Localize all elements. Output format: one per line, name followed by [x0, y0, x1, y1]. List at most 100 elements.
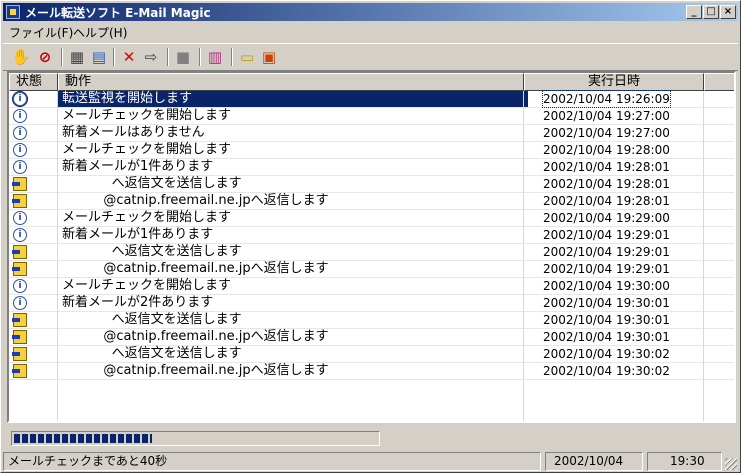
info-icon: i — [13, 211, 27, 225]
log-row[interactable]: i 転送監視を開始します 2002/10/04 19:26:09 — [9, 90, 734, 108]
grid-icon[interactable]: ▦ — [67, 47, 87, 67]
log-time: 2002/10/04 19:28:01 — [543, 194, 670, 208]
send-mail-icon — [12, 177, 27, 191]
square-icon[interactable]: ■ — [173, 47, 193, 67]
status-bar: メールチェックまであと40秒 2002/10/04 19:30 — [3, 452, 738, 471]
column-divider — [57, 91, 58, 421]
log-row[interactable]: i 新着メールはありません 2002/10/04 19:27:00 — [9, 125, 734, 142]
log-row[interactable]: @catnip.freemail.ne.jpへ返信します 2002/10/04 1… — [9, 193, 734, 210]
log-action: メールチェックを開始します — [62, 142, 232, 157]
log-row[interactable]: i メールチェックを開始します 2002/10/04 19:29:00 — [9, 210, 734, 227]
status-message: メールチェックまであと40秒 — [3, 452, 541, 471]
info-icon: i — [13, 279, 27, 293]
log-time: 2002/10/04 19:27:00 — [543, 126, 670, 140]
log-action: へ返信文を送信します — [62, 312, 242, 327]
log-action: @catnip.freemail.ne.jpへ返信します — [62, 363, 329, 378]
toolbar-separator — [231, 48, 233, 66]
info-icon: i — [13, 296, 27, 310]
resize-grip[interactable] — [725, 458, 737, 470]
log-time: 2002/10/04 19:26:09 — [542, 90, 671, 108]
app-icon[interactable] — [6, 5, 20, 19]
close-button[interactable]: × — [720, 5, 736, 19]
send-mail-icon — [12, 245, 27, 259]
log-time: 2002/10/04 19:28:00 — [543, 143, 670, 157]
log-action: 新着メールはありません — [62, 125, 205, 140]
log-row[interactable]: i メールチェックを開始します 2002/10/04 19:28:00 — [9, 142, 734, 159]
minimize-button[interactable]: _ — [686, 5, 702, 19]
folder-icon[interactable]: ▭ — [237, 47, 257, 67]
log-time: 2002/10/04 19:29:01 — [543, 262, 670, 276]
send-mail-icon — [12, 313, 27, 327]
log-action: 新着メールが1件あります — [62, 159, 214, 174]
status-clock: 19:30 — [647, 452, 722, 471]
progress-fill — [14, 434, 152, 443]
log-action: @catnip.freemail.ne.jpへ返信します — [62, 261, 329, 276]
log-row[interactable]: @catnip.freemail.ne.jpへ返信します 2002/10/04 1… — [9, 261, 734, 278]
log-action: 転送監視を開始します — [58, 91, 528, 107]
stop-hand-icon[interactable]: ✋ — [11, 47, 31, 67]
column-header-status[interactable]: 状態 — [9, 73, 58, 91]
log-row[interactable]: i 新着メールが1件あります 2002/10/04 19:29:01 — [9, 227, 734, 244]
log-time: 2002/10/04 19:30:01 — [543, 296, 670, 310]
main-window: メール転送ソフト E-Mail Magic _ □ × ファイル(F) ヘルプ(… — [0, 0, 741, 473]
column-header-time[interactable]: 実行日時 — [524, 73, 704, 91]
maximize-button[interactable]: □ — [703, 5, 719, 19]
title-bar[interactable]: メール転送ソフト E-Mail Magic _ □ × — [3, 3, 738, 21]
menu-help[interactable]: ヘルプ(H) — [73, 24, 127, 41]
cancel-icon[interactable]: ⊘ — [35, 47, 55, 67]
menu-file[interactable]: ファイル(F) — [9, 24, 73, 41]
info-icon: i — [13, 160, 27, 174]
info-icon: i — [12, 91, 28, 107]
send-mail-icon — [12, 262, 27, 276]
log-listview[interactable]: 状態 動作 実行日時 i 転送監視を開始します 2002/10/04 19:26:0… — [7, 71, 736, 423]
log-row[interactable]: @catnip.freemail.ne.jpへ返信します 2002/10/04 1… — [9, 329, 734, 346]
log-time: 2002/10/04 19:28:01 — [543, 177, 670, 191]
exit-icon[interactable]: ▣ — [259, 47, 279, 67]
send-mail-icon — [12, 347, 27, 361]
log-action: へ返信文を送信します — [62, 176, 242, 191]
log-action: へ返信文を送信します — [62, 346, 242, 361]
log-time: 2002/10/04 19:27:00 — [543, 109, 670, 123]
toolbar: ✋ ⊘ ▦ ▤ ✕ ⇨ ■ ▥ ▭ ▣ — [3, 43, 738, 71]
log-action: へ返信文を送信します — [62, 244, 242, 259]
window-title: メール転送ソフト E-Mail Magic — [25, 6, 211, 20]
log-row[interactable]: i 新着メールが2件あります 2002/10/04 19:30:01 — [9, 295, 734, 312]
log-action: メールチェックを開始します — [62, 210, 232, 225]
log-time: 2002/10/04 19:30:00 — [543, 279, 670, 293]
status-date: 2002/10/04 — [545, 452, 643, 471]
log-time: 2002/10/04 19:30:02 — [543, 347, 670, 361]
column-header-filler — [704, 73, 734, 91]
log-row[interactable]: へ返信文を送信します 2002/10/04 19:29:01 — [9, 244, 734, 261]
log-row[interactable]: へ返信文を送信します 2002/10/04 19:30:02 — [9, 346, 734, 363]
log-row[interactable]: i 新着メールが1件あります 2002/10/04 19:28:01 — [9, 159, 734, 176]
log-time: 2002/10/04 19:29:00 — [543, 211, 670, 225]
toolbar-separator — [113, 48, 115, 66]
log-time: 2002/10/04 19:29:01 — [543, 228, 670, 242]
forward-icon[interactable]: ⇨ — [141, 47, 161, 67]
log-row[interactable]: i メールチェックを開始します 2002/10/04 19:30:00 — [9, 278, 734, 295]
info-icon: i — [13, 109, 27, 123]
log-time: 2002/10/04 19:29:01 — [543, 245, 670, 259]
send-mail-icon — [12, 330, 27, 344]
log-action: @catnip.freemail.ne.jpへ返信します — [62, 329, 329, 344]
delete-icon[interactable]: ✕ — [119, 47, 139, 67]
books-icon[interactable]: ▥ — [205, 47, 225, 67]
log-action: @catnip.freemail.ne.jpへ返信します — [62, 193, 329, 208]
log-icon[interactable]: ▤ — [89, 47, 109, 67]
log-row[interactable]: i メールチェックを開始します 2002/10/04 19:27:00 — [9, 108, 734, 125]
log-time: 2002/10/04 19:28:01 — [543, 160, 670, 174]
send-mail-icon — [12, 194, 27, 208]
log-row[interactable]: @catnip.freemail.ne.jpへ返信します 2002/10/04 1… — [9, 363, 734, 380]
log-row[interactable]: へ返信文を送信します 2002/10/04 19:30:01 — [9, 312, 734, 329]
log-action: 新着メールが2件あります — [62, 295, 214, 310]
log-action: メールチェックを開始します — [62, 108, 232, 123]
toolbar-separator — [61, 48, 63, 66]
column-header-action[interactable]: 動作 — [58, 73, 524, 91]
column-divider — [523, 91, 524, 421]
countdown-progress-bar — [11, 431, 380, 446]
info-icon: i — [13, 126, 27, 140]
menu-bar: ファイル(F) ヘルプ(H) — [3, 22, 738, 40]
log-time: 2002/10/04 19:30:01 — [543, 330, 670, 344]
log-row[interactable]: へ返信文を送信します 2002/10/04 19:28:01 — [9, 176, 734, 193]
column-divider — [703, 91, 704, 421]
